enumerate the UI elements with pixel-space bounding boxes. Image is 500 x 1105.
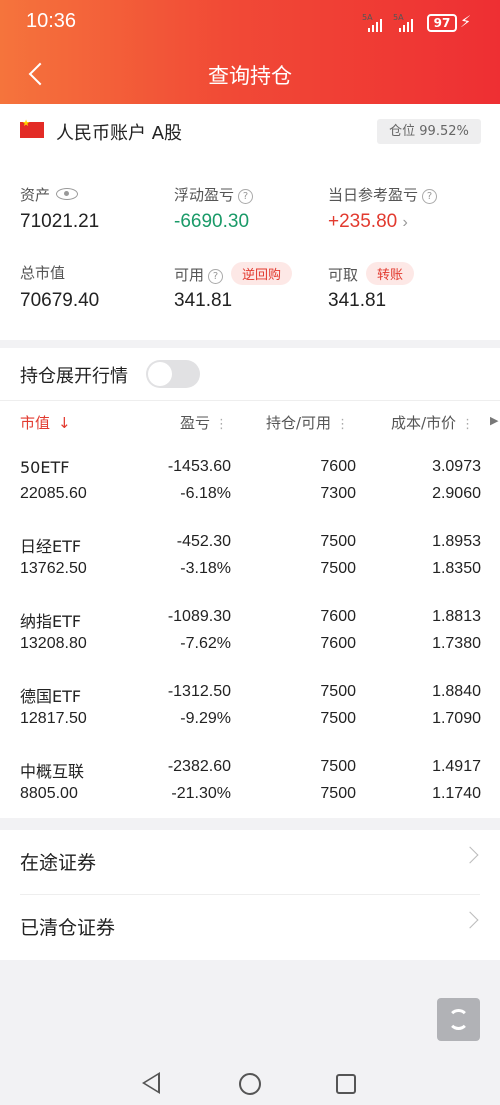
market-value-label: 总市值	[20, 264, 66, 282]
nav-recent-apps-icon[interactable]	[336, 1074, 356, 1094]
row-price: 1.7380	[432, 635, 481, 652]
row-name: 纳指ETF	[20, 612, 82, 631]
nav-back-icon[interactable]	[142, 1072, 160, 1094]
row-market-value: 12817.50	[20, 710, 87, 727]
row-pl: -2382.60	[167, 758, 231, 775]
chevron-right-icon	[461, 911, 479, 929]
china-flag-icon	[20, 119, 44, 138]
row-pl-pct: -7.62%	[180, 635, 231, 652]
row-name: 50ETF	[20, 458, 70, 477]
row-cost: 3.0973	[432, 458, 481, 475]
transfer-button[interactable]: 转账	[366, 262, 415, 285]
chevron-right-icon	[461, 846, 479, 864]
row-cost: 1.8813	[432, 608, 481, 625]
column-header-cost[interactable]: 成本/市价 ⋮	[391, 412, 474, 433]
row-pl-pct: -9.29%	[180, 710, 231, 727]
row-avail: 7500	[320, 785, 356, 802]
page-title: 查询持仓	[208, 64, 292, 88]
row-market-value: 13762.50	[20, 560, 87, 577]
row-hold: 7500	[320, 683, 356, 700]
row-pl-pct: -21.30%	[171, 785, 231, 802]
column-header-position[interactable]: 持仓/可用 ⋮	[266, 412, 349, 433]
available-value: 341.81	[174, 290, 233, 311]
app-header: 10:36 5A 5A 97 ⚡ 查询持仓	[0, 0, 500, 104]
row-cost: 1.8953	[432, 533, 481, 550]
eye-icon[interactable]	[56, 188, 79, 200]
help-icon[interactable]: ?	[422, 189, 438, 204]
column-header-pl[interactable]: 盈亏 ⋮	[180, 412, 228, 433]
charging-icon: ⚡	[460, 12, 472, 31]
more-icon: ⋮	[336, 417, 350, 432]
row-avail: 7300	[320, 485, 356, 502]
row-pl: -1312.50	[167, 683, 231, 700]
row-avail: 7500	[320, 560, 356, 577]
account-name: 人民币账户 A股	[56, 123, 183, 144]
help-icon[interactable]: ?	[238, 189, 254, 204]
expand-quotes-label: 持仓展开行情	[20, 366, 128, 387]
divider	[0, 400, 500, 401]
more-icon: ⋮	[461, 417, 475, 432]
row-cost: 1.4917	[432, 758, 481, 775]
withdrawable-value: 341.81	[328, 290, 387, 311]
row-name: 德国ETF	[20, 687, 82, 706]
row-price: 1.8350	[432, 560, 481, 577]
row-market-value: 8805.00	[20, 785, 78, 802]
nav-home-icon[interactable]	[239, 1073, 261, 1095]
row-cost: 1.8840	[432, 683, 481, 700]
today-pl-value[interactable]: +235.80 ›	[328, 211, 408, 233]
row-hold: 7500	[320, 533, 356, 550]
help-icon[interactable]: ?	[208, 269, 224, 284]
row-price: 1.7090	[432, 710, 481, 727]
refresh-icon	[448, 1009, 469, 1030]
float-pl-label: 浮动盈亏?	[174, 184, 254, 205]
row-hold: 7600	[320, 458, 356, 475]
available-label: 可用? 逆回购	[174, 262, 293, 285]
column-header-market-value[interactable]: 市值 ↓	[20, 412, 71, 433]
row-avail: 7500	[320, 710, 356, 727]
row-market-value: 22085.60	[20, 485, 87, 502]
refresh-button[interactable]	[437, 998, 480, 1041]
row-hold: 7500	[320, 758, 356, 775]
reverse-repo-button[interactable]: 逆回购	[231, 262, 293, 285]
more-icon: ⋮	[215, 417, 229, 432]
battery-icon: 97	[427, 14, 457, 32]
status-bar: 10:36 5A 5A 97 ⚡	[26, 10, 472, 32]
row-price: 1.1740	[432, 785, 481, 802]
row-pl-pct: -6.18%	[180, 485, 231, 502]
toggle-knob	[148, 362, 172, 386]
row-name: 中概互联	[20, 762, 85, 781]
row-avail: 7600	[320, 635, 356, 652]
sort-down-arrow-icon: ↓	[58, 414, 71, 432]
row-pl: -1453.60	[167, 458, 231, 475]
float-pl-value: -6690.30	[174, 211, 250, 232]
row-pl-pct: -3.18%	[180, 560, 231, 577]
row-price: 2.9060	[432, 485, 481, 502]
row-hold: 7600	[320, 608, 356, 625]
today-pl-label: 当日参考盈亏?	[328, 184, 438, 205]
assets-label: 资产	[20, 184, 79, 205]
in-transit-securities-link[interactable]: 在途证券	[0, 830, 500, 894]
row-name: 日经ETF	[20, 537, 82, 556]
row-pl: -452.30	[176, 533, 231, 550]
position-ratio-badge: 仓位 99.52%	[377, 119, 481, 144]
clock: 10:36	[26, 10, 77, 32]
row-market-value: 13208.80	[20, 635, 87, 652]
scroll-right-icon[interactable]: ▶	[490, 414, 498, 427]
cleared-securities-link[interactable]: 已清仓证券	[0, 895, 500, 959]
row-pl: -1089.30	[167, 608, 231, 625]
expand-quotes-toggle[interactable]	[146, 360, 200, 388]
chevron-right-icon: ›	[402, 214, 408, 231]
withdrawable-label: 可取 转账	[328, 262, 415, 285]
assets-value: 71021.21	[20, 211, 100, 232]
market-value: 70679.40	[20, 290, 100, 311]
